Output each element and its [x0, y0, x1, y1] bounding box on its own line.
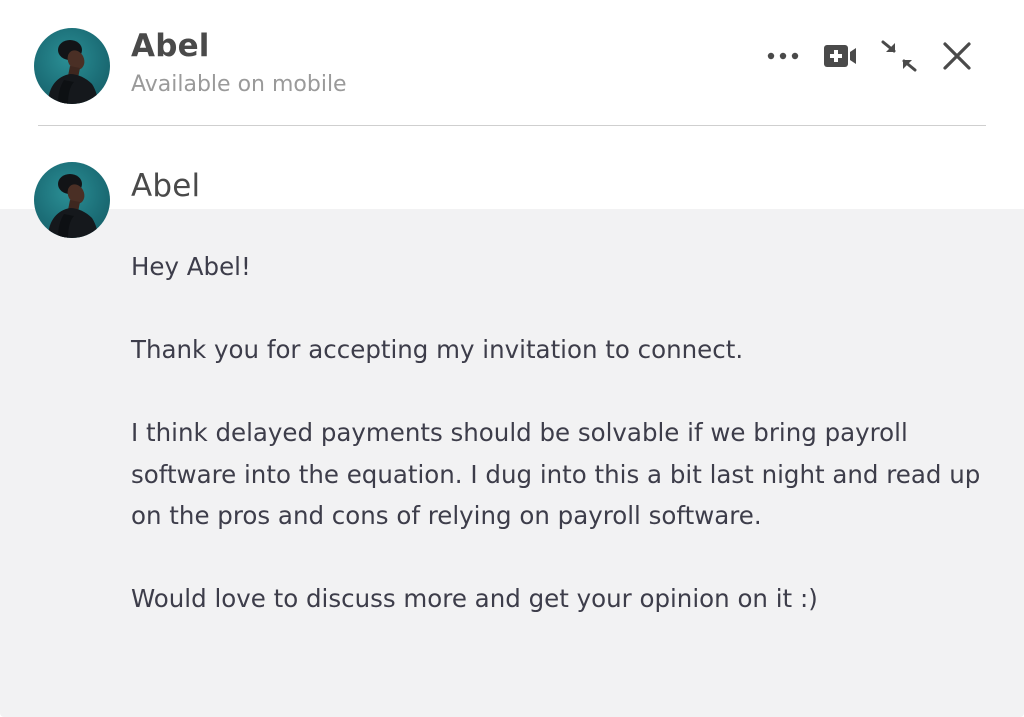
minimize-button[interactable]: [870, 34, 928, 78]
chat-header: Abel Available on mobile: [0, 0, 1024, 126]
header-divider: [38, 125, 986, 126]
minimize-icon: [881, 40, 917, 72]
contact-name[interactable]: Abel: [131, 28, 210, 64]
message-paragraph: I think delayed payments should be solva…: [131, 418, 981, 530]
message-paragraph: Would love to discuss more and get your …: [131, 584, 818, 613]
message-paragraph: Thank you for accepting my invitation to…: [131, 335, 744, 364]
profile-photo-icon: [48, 174, 98, 238]
more-options-icon: [767, 52, 799, 60]
header-actions: [754, 34, 986, 78]
video-call-icon: [824, 45, 856, 67]
close-icon: [943, 42, 971, 70]
contact-avatar[interactable]: [34, 28, 110, 104]
video-call-button[interactable]: [812, 34, 870, 78]
message-sender-name[interactable]: Abel: [131, 168, 200, 204]
sender-avatar[interactable]: [34, 162, 110, 238]
profile-photo-icon: [48, 40, 98, 104]
more-options-button[interactable]: [754, 34, 812, 78]
message-paragraph: Hey Abel!: [131, 252, 251, 281]
close-button[interactable]: [928, 34, 986, 78]
message-body: Hey Abel! Thank you for accepting my inv…: [131, 246, 1001, 620]
chat-window: Abel Available on mobile Abel Hey Abel! …: [0, 0, 1024, 717]
contact-status: Available on mobile: [131, 72, 347, 97]
